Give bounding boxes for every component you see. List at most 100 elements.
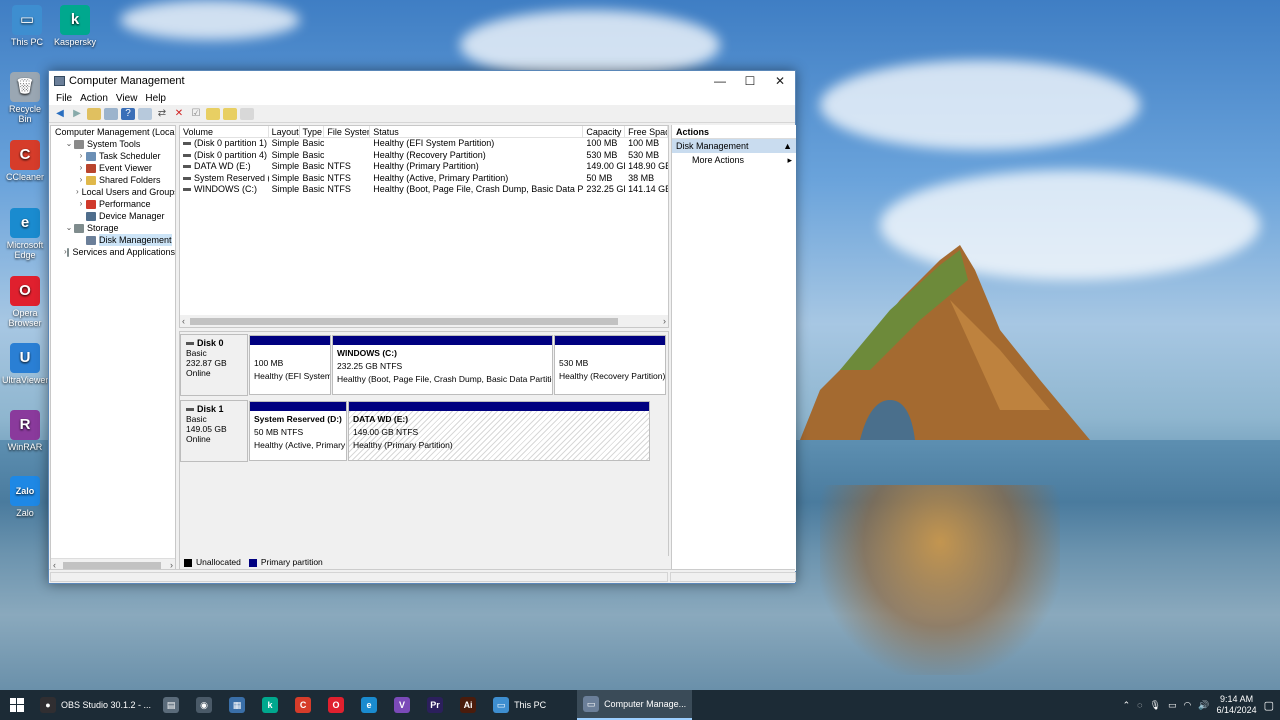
disk-1-label[interactable]: Disk 1 Basic 149.05 GB Online — [180, 400, 248, 462]
col-layout[interactable]: Layout — [269, 126, 300, 137]
col-type[interactable]: Type — [300, 126, 325, 137]
battery-icon[interactable]: ▭ — [1168, 700, 1177, 711]
volume-hscrollbar[interactable]: ‹ › — [180, 315, 668, 327]
desktop-winrar-icon[interactable]: R WinRAR — [2, 410, 48, 452]
clock[interactable]: 9:14 AM 6/14/2024 — [1217, 694, 1257, 716]
tree-computer-management[interactable]: Computer Management (Local — [51, 126, 175, 138]
taskbar-illustrator[interactable]: Ai — [454, 690, 487, 720]
chevron-right-icon[interactable]: › — [76, 162, 86, 174]
menu-view[interactable]: View — [112, 93, 142, 104]
chevron-down-icon[interactable]: ⌄ — [64, 138, 74, 150]
check-icon[interactable]: ☑ — [189, 108, 203, 120]
taskbar-computer-management[interactable]: ▭ Computer Manage... — [577, 690, 693, 720]
partition-system-reserved-d[interactable]: System Reserved (D:) 50 MB NTFS Healthy … — [249, 401, 347, 461]
col-capacity[interactable]: Capacity — [583, 126, 626, 137]
col-file-system[interactable]: File System — [324, 126, 371, 137]
table-row[interactable]: (Disk 0 partition 1) Simple Basic Healthy (… — [180, 138, 668, 150]
tree-system-tools[interactable]: ⌄ System Tools — [51, 138, 175, 150]
connect-icon[interactable]: ⇄ — [155, 108, 169, 120]
chevron-right-icon[interactable]: › — [76, 174, 86, 186]
tree-services[interactable]: › Services and Applications — [51, 246, 175, 258]
volume-icon[interactable]: 🔊 — [1198, 700, 1209, 711]
menu-file[interactable]: File — [52, 93, 76, 104]
taskbar-obs[interactable]: ● OBS Studio 30.1.2 - ... — [34, 690, 157, 720]
chevron-right-icon[interactable]: › — [76, 198, 86, 210]
partition-recovery[interactable]: 530 MB Healthy (Recovery Partition) — [554, 335, 666, 395]
col-volume[interactable]: Volume — [180, 126, 269, 137]
start-button[interactable] — [0, 690, 34, 720]
disk-0[interactable]: Disk 0 Basic 232.87 GB Online 100 MB Hea… — [180, 334, 668, 396]
console-tree-icon[interactable] — [104, 107, 118, 120]
chevron-right-icon[interactable]: › — [76, 186, 79, 198]
notification-icon[interactable]: ▢ — [1264, 699, 1274, 712]
volume-cell: DATA WD (E:) — [180, 161, 269, 173]
close-button[interactable]: ✕ — [765, 71, 795, 91]
desktop-ccleaner-icon[interactable]: C CCleaner — [2, 140, 48, 182]
wifi-icon[interactable]: ◠ — [1183, 700, 1191, 711]
open-folder-icon[interactable] — [206, 107, 220, 120]
desktop-ultraviewer-icon[interactable]: U UltraViewer — [2, 343, 48, 385]
taskbar-ccleaner[interactable]: C — [289, 690, 322, 720]
collapse-icon[interactable]: ▲ — [783, 139, 792, 153]
taskbar-camera[interactable]: ◉ — [190, 690, 223, 720]
tree-storage[interactable]: ⌄ Storage — [51, 222, 175, 234]
desktop-kaspersky-icon[interactable]: k Kaspersky — [52, 5, 98, 47]
desktop-recycle-bin-icon[interactable]: 🗑 Recycle Bin — [2, 72, 48, 124]
scroll-thumb[interactable] — [63, 562, 161, 569]
help-icon[interactable]: ? — [121, 107, 135, 120]
table-row[interactable]: DATA WD (E:) Simple Basic NTFS Healthy (Prim… — [180, 161, 668, 173]
scroll-left-icon[interactable]: ‹ — [182, 315, 185, 327]
taskbar-this-pc[interactable]: ▭ This PC — [487, 690, 577, 720]
properties-icon[interactable] — [138, 107, 152, 120]
partition-windows-c[interactable]: WINDOWS (C:) 232.25 GB NTFS Healthy (Boo… — [332, 335, 553, 395]
chevron-up-icon[interactable]: ⌃ — [1123, 700, 1131, 711]
disk-1[interactable]: Disk 1 Basic 149.05 GB Online System Res… — [180, 400, 668, 462]
taskbar-visual-studio[interactable]: V — [388, 690, 421, 720]
tree-device-manager[interactable]: Device Manager — [51, 210, 175, 222]
desktop-zalo-icon[interactable]: Zalo Zalo — [2, 476, 48, 518]
taskbar-edge[interactable]: e — [355, 690, 388, 720]
forward-icon[interactable]: ▶ — [70, 108, 84, 120]
col-free-space[interactable]: Free Spac — [625, 126, 668, 137]
view-icon[interactable] — [240, 107, 254, 120]
minimize-button[interactable]: — — [705, 71, 735, 91]
tree-event-viewer[interactable]: › Event Viewer — [51, 162, 175, 174]
table-row[interactable]: WINDOWS (C:) Simple Basic NTFS Healthy (Boot… — [180, 184, 668, 196]
disk-0-label[interactable]: Disk 0 Basic 232.87 GB Online — [180, 334, 248, 396]
tree-local-users[interactable]: › Local Users and Groups — [51, 186, 175, 198]
partition-efi[interactable]: 100 MB Healthy (EFI System — [249, 335, 331, 395]
taskbar-kaspersky[interactable]: k — [256, 690, 289, 720]
scroll-right-icon[interactable]: › — [663, 315, 666, 327]
table-row[interactable]: (Disk 0 partition 4) Simple Basic Healthy (… — [180, 150, 668, 162]
taskbar-files[interactable]: ▤ — [157, 690, 190, 720]
desktop-this-pc-icon[interactable]: ▭ This PC — [4, 5, 50, 47]
scroll-thumb[interactable] — [190, 318, 618, 325]
network-icon[interactable]: ◌ — [1137, 700, 1142, 710]
taskbar-premiere[interactable]: Pr — [421, 690, 454, 720]
table-cell: 100 MB — [628, 138, 660, 148]
maximize-button[interactable]: ☐ — [735, 71, 765, 91]
title-bar[interactable]: Computer Management — ☐ ✕ — [49, 71, 795, 91]
search-folder-icon[interactable] — [223, 107, 237, 120]
more-actions[interactable]: More Actions ▸ — [672, 153, 796, 167]
tree-shared-folders[interactable]: › Shared Folders — [51, 174, 175, 186]
delete-icon[interactable]: ✕ — [172, 108, 186, 120]
actions-section-disk-management[interactable]: Disk Management ▲ — [672, 139, 796, 153]
partition-data-wd-e[interactable]: DATA WD (E:) 149.00 GB NTFS Healthy (Pri… — [348, 401, 650, 461]
up-folder-icon[interactable] — [87, 107, 101, 120]
chevron-down-icon[interactable]: ⌄ — [64, 222, 74, 234]
desktop-opera-icon[interactable]: O Opera Browser — [2, 276, 48, 328]
chevron-right-icon[interactable]: › — [76, 150, 86, 162]
menu-action[interactable]: Action — [76, 93, 112, 104]
tree-performance[interactable]: › Performance — [51, 198, 175, 210]
desktop-edge-icon[interactable]: e Microsoft Edge — [2, 208, 48, 260]
taskbar-opera[interactable]: O — [322, 690, 355, 720]
tree-task-scheduler[interactable]: › Task Scheduler — [51, 150, 175, 162]
tree-disk-management[interactable]: Disk Management — [51, 234, 175, 246]
back-icon[interactable]: ◀ — [53, 108, 67, 120]
col-status[interactable]: Status — [370, 126, 584, 137]
menu-help[interactable]: Help — [141, 93, 170, 104]
microphone-icon[interactable]: 🎙 — [1150, 700, 1161, 711]
taskbar-calculator[interactable]: ▦ — [223, 690, 256, 720]
table-row[interactable]: System Reserved (D:)SimpleBasicNTFS Healt… — [180, 173, 668, 185]
